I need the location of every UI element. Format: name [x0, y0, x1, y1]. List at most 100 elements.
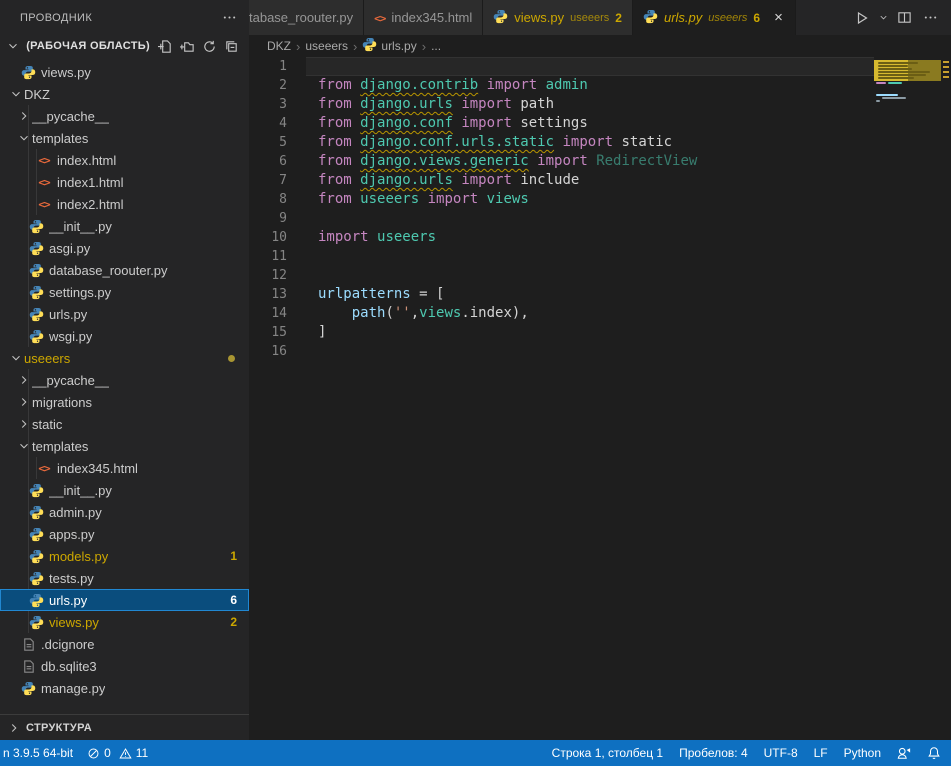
- split-editor-button[interactable]: [893, 8, 915, 28]
- file-file-icon: [20, 637, 36, 652]
- minimap-line: [876, 100, 880, 102]
- tree-item-label: index2.html: [57, 197, 123, 212]
- status-indentation[interactable]: Пробелов: 4: [679, 746, 748, 760]
- code-line-13: 13urlpatterns = [: [249, 285, 951, 304]
- tree-file-tests-py[interactable]: tests.py: [0, 567, 249, 589]
- tab-problems-badge: 2: [615, 11, 622, 25]
- new-folder-icon[interactable]: [177, 36, 197, 56]
- more-actions-button[interactable]: [919, 8, 941, 28]
- status-cursor-position[interactable]: Строка 1, столбец 1: [552, 746, 663, 760]
- tree-folder--pycache-[interactable]: __pycache__: [0, 369, 249, 391]
- code-line-12: 12: [249, 266, 951, 285]
- explorer-header: ПРОВОДНИК: [0, 0, 249, 35]
- error-count: 0: [104, 746, 111, 760]
- tree-file-settings-py[interactable]: settings.py: [0, 281, 249, 303]
- new-file-icon[interactable]: [155, 36, 175, 56]
- tree-file--init-py[interactable]: __init__.py: [0, 215, 249, 237]
- tree-item-label: index345.html: [57, 461, 138, 476]
- explorer-more-actions-icon[interactable]: [219, 8, 239, 28]
- tree-file-urls-py[interactable]: urls.py6: [0, 589, 249, 611]
- tree-file-admin-py[interactable]: admin.py: [0, 501, 249, 523]
- status-language-mode[interactable]: Python: [844, 746, 881, 760]
- python-file-icon: [28, 241, 44, 256]
- tree-folder-dkz[interactable]: DKZ: [0, 83, 249, 105]
- minimap-line: [876, 82, 886, 84]
- code-line-6: 6from django.views.generic import Redire…: [249, 152, 951, 171]
- tree-file-wsgi-py[interactable]: wsgi.py: [0, 325, 249, 347]
- run-dropdown[interactable]: [877, 8, 889, 28]
- tree-file--init-py[interactable]: __init__.py: [0, 479, 249, 501]
- breadcrumb-item-useeers[interactable]: useeers: [305, 39, 348, 53]
- collapse-all-icon[interactable]: [221, 36, 241, 56]
- tree-folder-templates[interactable]: templates: [0, 435, 249, 457]
- tree-item-label: settings.py: [49, 285, 111, 300]
- tab-label: index345.html: [391, 10, 472, 25]
- tab-description: useeers: [570, 12, 609, 24]
- python-file-icon: [28, 307, 44, 322]
- tree-file-views-py[interactable]: views.py2: [0, 611, 249, 633]
- warning-count: 11: [136, 746, 148, 760]
- tree-item-label: static: [32, 417, 62, 432]
- tab-index345-html[interactable]: <>index345.html: [364, 0, 483, 35]
- tree-file-urls-py[interactable]: urls.py: [0, 303, 249, 325]
- tree-file-index-html[interactable]: <>index.html: [0, 149, 249, 171]
- outline-section-header[interactable]: СТРУКТУРА: [0, 714, 249, 740]
- tree-item-label: urls.py: [49, 307, 87, 322]
- status-eol[interactable]: LF: [814, 746, 828, 760]
- tab-tabase-roouter-py[interactable]: tabase_roouter.py: [249, 0, 364, 35]
- python-file-icon: [28, 483, 44, 498]
- tree-file-models-py[interactable]: models.py1: [0, 545, 249, 567]
- tree-folder-useeers[interactable]: useeers: [0, 347, 249, 369]
- tree-item-label: database_roouter.py: [49, 263, 168, 278]
- status-python-interpreter[interactable]: n 3.9.5 64-bit: [3, 746, 73, 760]
- tab-urls-py[interactable]: urls.pyuseeers6×: [633, 0, 796, 35]
- tree-file-database-roouter-py[interactable]: database_roouter.py: [0, 259, 249, 281]
- tree-folder-static[interactable]: static: [0, 413, 249, 435]
- workspace-section-header[interactable]: (РАБОЧАЯ ОБЛАСТЬ) ...: [0, 35, 249, 57]
- status-notifications[interactable]: [927, 746, 941, 760]
- html-file-icon: <>: [36, 198, 52, 211]
- code-lines: 12from django.contrib import admin3from …: [249, 57, 951, 361]
- python-file-icon: [493, 9, 508, 27]
- line-number: 12: [249, 266, 300, 285]
- breadcrumb: DKZ›useeers›urls.py›...: [249, 35, 951, 57]
- tree-item-label: index1.html: [57, 175, 123, 190]
- breadcrumb-item-urls-py[interactable]: urls.py: [362, 37, 416, 55]
- status-encoding[interactable]: UTF-8: [764, 746, 798, 760]
- breadcrumb-item--[interactable]: ...: [431, 39, 441, 53]
- tree-file-index1-html[interactable]: <>index1.html: [0, 171, 249, 193]
- code-editor[interactable]: 12from django.contrib import admin3from …: [249, 57, 951, 740]
- status-problems[interactable]: 0 11: [87, 746, 148, 760]
- refresh-icon[interactable]: [199, 36, 219, 56]
- chevron-right-icon: [16, 109, 32, 123]
- tree-item-label: apps.py: [49, 527, 95, 542]
- python-file-icon: [28, 329, 44, 344]
- breadcrumb-separator: ›: [422, 39, 426, 54]
- tree-folder-migrations[interactable]: migrations: [0, 391, 249, 413]
- status-feedback[interactable]: [897, 746, 911, 760]
- problems-count-badge: 6: [230, 593, 237, 607]
- breadcrumb-item-dkz[interactable]: DKZ: [267, 39, 291, 53]
- tree-folder--pycache-[interactable]: __pycache__: [0, 105, 249, 127]
- tree-file-apps-py[interactable]: apps.py: [0, 523, 249, 545]
- code-line-11: 11: [249, 247, 951, 266]
- run-button[interactable]: [851, 8, 873, 28]
- tree-item-label: __pycache__: [32, 373, 109, 388]
- tree-file--dcignore[interactable]: .dcignore: [0, 633, 249, 655]
- tree-file-views-py[interactable]: views.py: [0, 61, 249, 83]
- python-file-icon: [28, 285, 44, 300]
- feedback-icon: [897, 746, 911, 760]
- html-file-icon: <>: [36, 154, 52, 167]
- close-icon[interactable]: ×: [772, 10, 785, 25]
- minimap[interactable]: [874, 57, 941, 740]
- tree-file-index345-html[interactable]: <>index345.html: [0, 457, 249, 479]
- chevron-down-icon: [16, 131, 32, 145]
- python-file-icon: [28, 263, 44, 278]
- tree-file-asgi-py[interactable]: asgi.py: [0, 237, 249, 259]
- tree-folder-templates[interactable]: templates: [0, 127, 249, 149]
- tree-file-manage-py[interactable]: manage.py: [0, 677, 249, 699]
- tab-views-py[interactable]: views.pyuseeers2: [483, 0, 633, 35]
- tree-file-db-sqlite3[interactable]: db.sqlite3: [0, 655, 249, 677]
- tree-file-index2-html[interactable]: <> index2.html: [0, 193, 249, 215]
- python-file-icon: [20, 681, 36, 696]
